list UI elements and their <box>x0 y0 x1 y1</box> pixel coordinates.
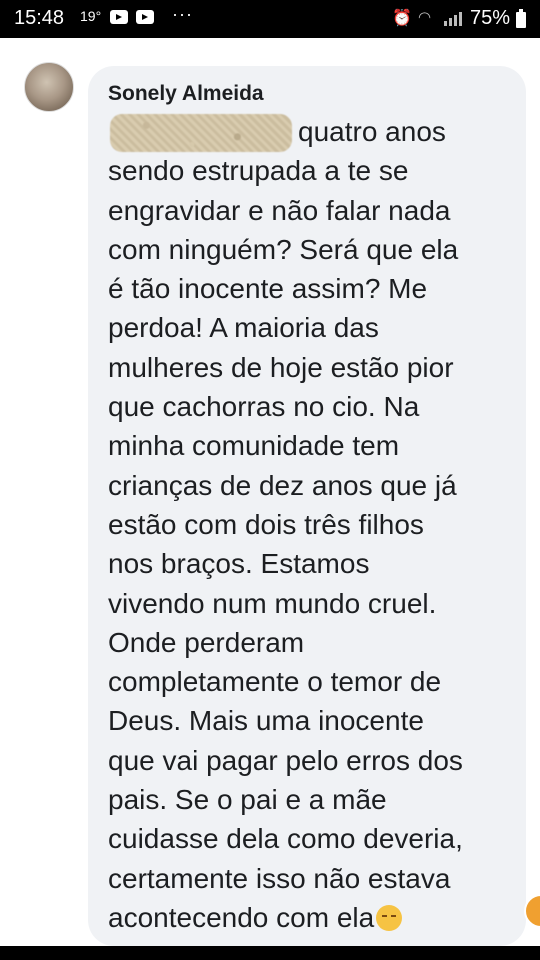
signal-icon <box>444 10 466 26</box>
comment-line: estão com dois três filhos <box>108 508 424 540</box>
sad-face-emoji-icon <box>376 904 403 931</box>
status-bar: 15:48 19° ··· ⏰ ◠ 75% <box>0 0 540 38</box>
status-time: 15:48 <box>14 7 65 29</box>
comment-line: nos braços. Estamos <box>108 548 370 580</box>
comment-line-last: acontecendo com ela <box>108 898 508 937</box>
comment-line: é tão inocente assim? Me <box>108 273 428 305</box>
avatar[interactable] <box>24 62 74 112</box>
comment-line: Deus. Mais uma inocente <box>108 705 424 737</box>
comment-line: engravidar e não falar nada <box>108 194 451 226</box>
comment-line: certamente isso não estava <box>108 862 451 894</box>
battery-percent: 75% <box>470 7 511 29</box>
video-app-icon <box>136 10 154 24</box>
comment-line: pais. Se o pai e a mãe <box>108 784 387 816</box>
comment-author[interactable]: Sonely Almeida <box>108 82 264 106</box>
comment-line: Onde perderam <box>108 626 305 658</box>
comment-line: vivendo num mundo cruel. <box>108 587 437 619</box>
comment-line: completamente o temor de <box>108 666 442 698</box>
status-temperature: 19° <box>80 8 102 24</box>
comment-text: quatro anos sendo estrupada a te se engr… <box>108 112 508 937</box>
comment-line: que vai pagar pelo erros dos <box>108 744 463 776</box>
reaction-icon[interactable] <box>524 894 540 928</box>
comment-line: que cachorras no cio. Na <box>108 391 420 423</box>
alarm-icon: ⏰ <box>392 10 412 27</box>
comment-line: mulheres de hoje estão pior <box>108 351 454 383</box>
comment-line: perdoa! A maioria das <box>108 312 379 344</box>
comment-line: quatro anos <box>298 116 446 147</box>
comment-line: minha comunidade tem <box>108 430 400 462</box>
comment-line: com ninguém? Será que ela <box>108 233 459 265</box>
battery-icon <box>516 9 526 28</box>
comment-line: crianças de dez anos que já <box>108 469 457 501</box>
wifi-icon: ◠ <box>418 9 432 26</box>
video-app-icon <box>110 10 128 24</box>
comment-line: sendo estrupada a te se <box>108 155 409 187</box>
bottom-bar <box>0 946 540 960</box>
comment-line: acontecendo com ela <box>108 901 375 933</box>
more-notifications-icon: ··· <box>172 4 193 24</box>
comment-line: cuidasse dela como deveria, <box>108 823 463 855</box>
